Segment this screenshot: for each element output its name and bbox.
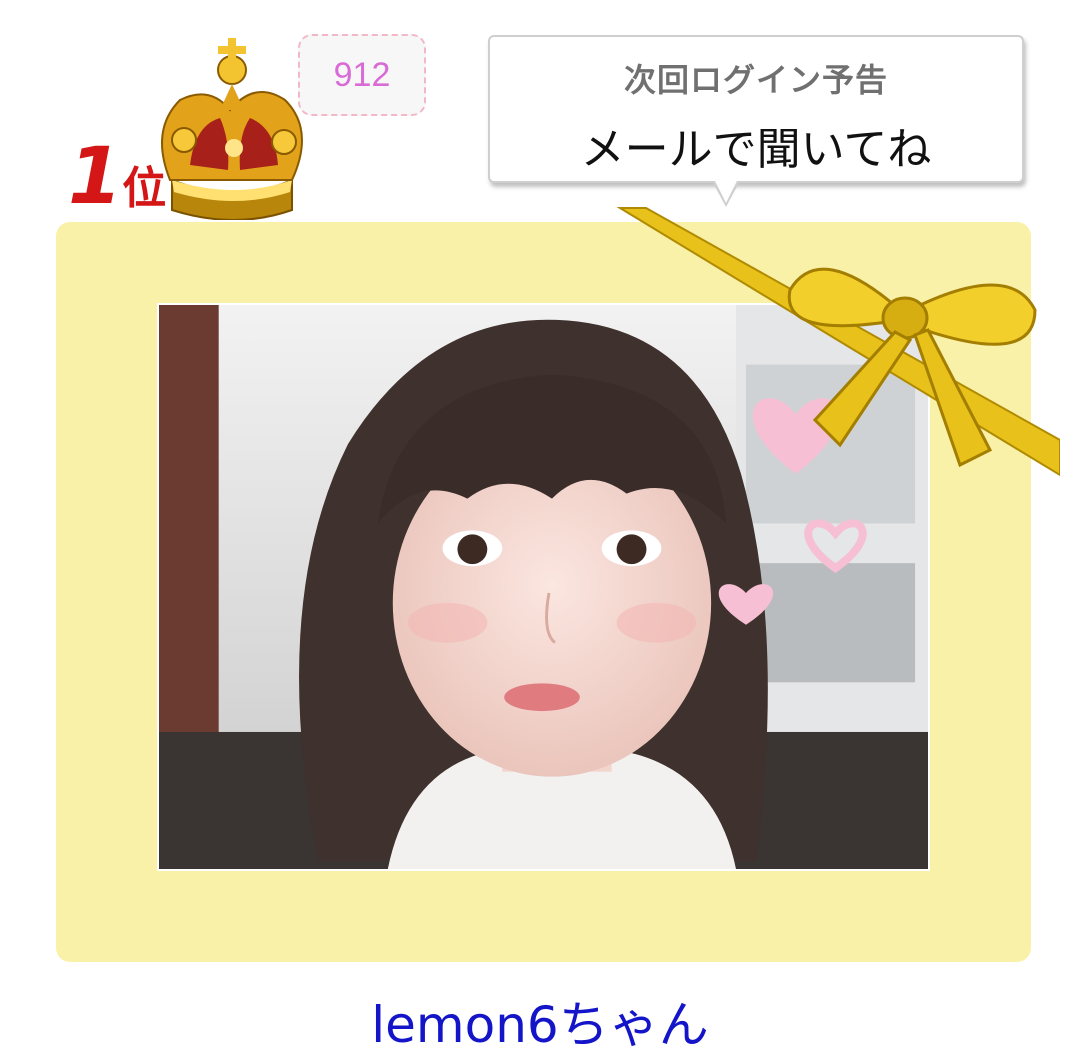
gold-ribbon-icon <box>610 200 1060 480</box>
count-badge: 912 <box>298 34 426 116</box>
login-notice-bubble: 次回ログイン予告 メールで聞いてね <box>488 35 1024 183</box>
username-link[interactable]: lemon6ちゃん <box>0 985 1080 1057</box>
rank-badge: 1位 <box>60 30 310 220</box>
count-value: 912 <box>333 55 391 94</box>
rank-number: 1 <box>68 132 123 222</box>
rank-suffix: 位 <box>122 163 167 214</box>
login-notice-heading: 次回ログイン予告 <box>623 61 888 99</box>
rank-label: 1位 <box>68 138 166 216</box>
login-notice-message: メールで聞いてね <box>580 124 932 175</box>
